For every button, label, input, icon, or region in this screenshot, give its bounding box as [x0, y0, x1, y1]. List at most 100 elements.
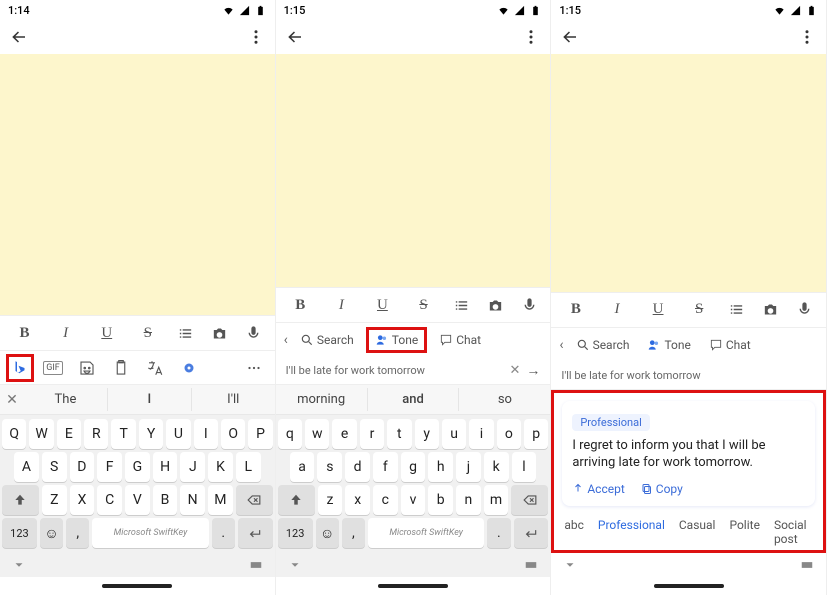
key-n[interactable]: n: [456, 485, 481, 515]
note-area[interactable]: [276, 54, 551, 287]
key-t[interactable]: T: [111, 419, 135, 449]
key-f[interactable]: F: [97, 452, 122, 482]
key-g[interactable]: g: [401, 452, 426, 482]
numeric-key[interactable]: 123: [278, 518, 313, 548]
input-line[interactable]: I'll be late for work tomorrow: [551, 362, 826, 390]
nav-pill[interactable]: [102, 584, 172, 588]
translate-icon[interactable]: [140, 355, 170, 381]
key-j[interactable]: J: [180, 452, 205, 482]
underline-button[interactable]: U: [95, 325, 119, 342]
key-h[interactable]: H: [153, 452, 178, 482]
key-s[interactable]: s: [317, 452, 342, 482]
submit-icon[interactable]: →: [526, 362, 540, 379]
period-key[interactable]: .: [487, 518, 510, 548]
key-c[interactable]: C: [97, 485, 122, 515]
key-d[interactable]: D: [70, 452, 95, 482]
key-s[interactable]: S: [42, 452, 67, 482]
key-x[interactable]: X: [70, 485, 95, 515]
key-t[interactable]: t: [387, 419, 411, 449]
more-toolbar-icon[interactable]: [239, 355, 269, 381]
list-icon[interactable]: [728, 301, 745, 318]
underline-button[interactable]: U: [370, 297, 394, 314]
mic-icon[interactable]: [521, 297, 538, 314]
numeric-key[interactable]: 123: [2, 518, 37, 548]
tone-action[interactable]: Tone: [366, 327, 427, 353]
key-k[interactable]: K: [208, 452, 233, 482]
emoji-key[interactable]: ☺: [316, 518, 339, 548]
list-icon[interactable]: [453, 297, 470, 314]
tab-abc[interactable]: abc: [564, 518, 584, 546]
gif-icon[interactable]: GIF: [38, 355, 68, 381]
location-icon[interactable]: [174, 355, 204, 381]
clear-input-icon[interactable]: ✕: [509, 363, 520, 378]
key-a[interactable]: A: [14, 452, 39, 482]
keyboard-icon[interactable]: [800, 558, 814, 572]
key-y[interactable]: Y: [139, 419, 163, 449]
key-y[interactable]: y: [415, 419, 439, 449]
key-z[interactable]: Z: [42, 485, 67, 515]
search-action[interactable]: Search: [294, 330, 360, 350]
backspace-key[interactable]: [511, 485, 548, 515]
key-o[interactable]: o: [497, 419, 521, 449]
tone-action[interactable]: Tone: [641, 335, 696, 355]
emoji-key[interactable]: ☺: [40, 518, 63, 548]
camera-icon[interactable]: [487, 297, 504, 314]
key-d[interactable]: d: [345, 452, 370, 482]
nav-pill[interactable]: [378, 584, 448, 588]
underline-button[interactable]: U: [646, 301, 670, 318]
key-c[interactable]: c: [373, 485, 398, 515]
more-icon[interactable]: [522, 28, 540, 46]
strike-button[interactable]: S: [136, 325, 160, 342]
key-b[interactable]: b: [428, 485, 453, 515]
key-i[interactable]: I: [194, 419, 218, 449]
italic-button[interactable]: I: [329, 297, 353, 314]
key-o[interactable]: O: [221, 419, 245, 449]
period-key[interactable]: .: [212, 518, 235, 548]
more-icon[interactable]: [798, 28, 816, 46]
chevron-down-icon[interactable]: [288, 558, 302, 572]
more-icon[interactable]: [247, 28, 265, 46]
space-key[interactable]: Microsoft SwiftKey: [92, 518, 208, 548]
key-b[interactable]: B: [153, 485, 178, 515]
key-x[interactable]: x: [345, 485, 370, 515]
nav-pill[interactable]: [654, 584, 724, 588]
key-v[interactable]: V: [125, 485, 150, 515]
sticker-icon[interactable]: [72, 355, 102, 381]
key-u[interactable]: U: [166, 419, 190, 449]
space-key[interactable]: Microsoft SwiftKey: [368, 518, 484, 548]
key-w[interactable]: w: [305, 419, 329, 449]
key-j[interactable]: j: [456, 452, 481, 482]
chevron-down-icon[interactable]: [12, 558, 26, 572]
suggestion-1[interactable]: morning: [276, 388, 368, 411]
comma-key[interactable]: ,: [342, 518, 365, 548]
key-n[interactable]: N: [180, 485, 205, 515]
enter-key[interactable]: [238, 518, 273, 548]
input-line[interactable]: I'll be late for work tomorrow ✕ →: [276, 357, 551, 385]
shift-key[interactable]: [2, 485, 39, 515]
suggestion-2[interactable]: and: [368, 388, 460, 411]
key-e[interactable]: E: [57, 419, 81, 449]
bold-button[interactable]: B: [288, 297, 312, 314]
suggestion-2[interactable]: I: [108, 388, 192, 411]
bold-button[interactable]: B: [564, 301, 588, 318]
key-r[interactable]: r: [360, 419, 384, 449]
backspace-key[interactable]: [236, 485, 273, 515]
key-h[interactable]: h: [428, 452, 453, 482]
chevron-left-icon[interactable]: ‹: [559, 337, 563, 353]
key-q[interactable]: q: [278, 419, 302, 449]
key-q[interactable]: Q: [2, 419, 26, 449]
key-f[interactable]: f: [373, 452, 398, 482]
strike-button[interactable]: S: [412, 297, 436, 314]
keyboard-icon[interactable]: [524, 558, 538, 572]
key-r[interactable]: R: [84, 419, 108, 449]
suggestion-3[interactable]: I'll: [192, 388, 275, 411]
shift-key[interactable]: [278, 485, 315, 515]
back-icon[interactable]: [286, 28, 304, 46]
key-p[interactable]: p: [524, 419, 548, 449]
tab-professional[interactable]: Professional: [598, 518, 665, 546]
suggestion-3[interactable]: so: [459, 388, 550, 411]
camera-icon[interactable]: [762, 301, 779, 318]
key-l[interactable]: l: [512, 452, 537, 482]
tab-polite[interactable]: Polite: [729, 518, 759, 546]
key-e[interactable]: e: [332, 419, 356, 449]
